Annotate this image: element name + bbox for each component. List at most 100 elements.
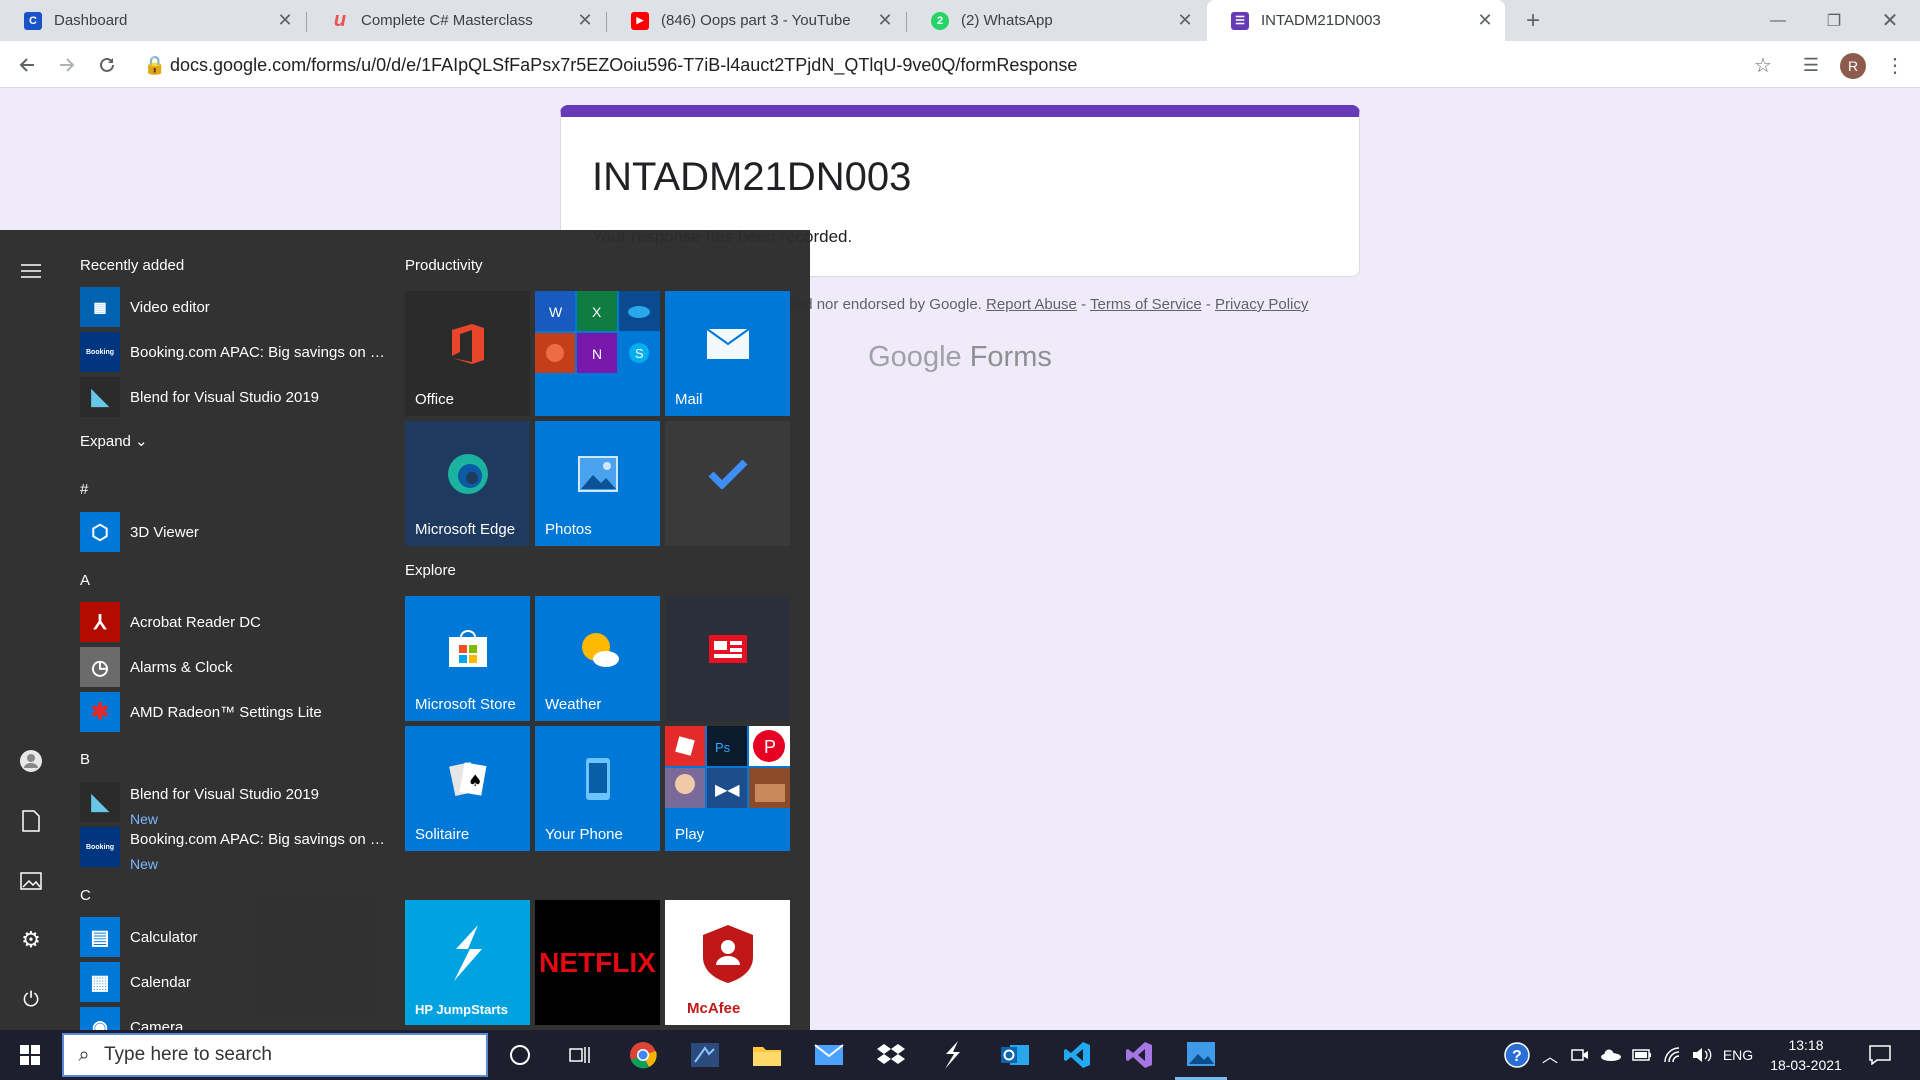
battery-tray-icon[interactable] — [1628, 1030, 1656, 1080]
taskbar-hp-jumpstarts[interactable] — [927, 1030, 979, 1080]
network-tray-icon[interactable] — [1658, 1030, 1686, 1080]
tab-youtube[interactable]: ▶ (846) Oops part 3 - YouTube ✕ — [607, 0, 905, 41]
input-language[interactable]: ENG — [1718, 1030, 1758, 1080]
meet-now-tray-icon[interactable] — [1566, 1030, 1594, 1080]
profile-avatar[interactable]: R — [1840, 53, 1866, 79]
taskbar-mail[interactable] — [803, 1030, 855, 1080]
picture-icon — [20, 872, 42, 890]
taskbar-outlook[interactable] — [989, 1030, 1041, 1080]
chrome-menu-button[interactable]: ⋮ — [1878, 48, 1912, 82]
volume-tray-icon[interactable] — [1688, 1030, 1716, 1080]
taskbar-blend[interactable] — [679, 1030, 731, 1080]
report-abuse-link[interactable]: Report Abuse — [986, 296, 1077, 313]
forward-button[interactable] — [50, 48, 84, 82]
taskbar-chrome[interactable] — [617, 1030, 669, 1080]
show-hidden-icons-button[interactable]: ︿ — [1538, 1030, 1562, 1080]
list-item-booking-b[interactable]: Booking Booking.com APAC: Big savings on… — [80, 827, 390, 872]
svg-text:N: N — [592, 346, 602, 362]
tile-mail[interactable]: Mail — [665, 291, 790, 416]
windows-start-button[interactable] — [4, 1030, 56, 1080]
close-icon[interactable]: ✕ — [1473, 10, 1497, 31]
alarms-clock-icon: ◷ — [80, 647, 120, 687]
list-item-calculator[interactable]: ▤ Calculator — [80, 917, 390, 957]
3d-viewer-icon: ⬡ — [80, 512, 120, 552]
documents-button[interactable] — [16, 806, 46, 836]
tile-office[interactable]: Office — [405, 291, 530, 416]
restore-icon: ❐ — [1826, 12, 1842, 30]
back-button[interactable] — [10, 48, 44, 82]
tile-microsoft-edge[interactable]: Microsoft Edge — [405, 421, 530, 546]
taskbar-dropbox[interactable] — [865, 1030, 917, 1080]
hamburger-menu-button[interactable] — [16, 256, 46, 286]
list-item-blend[interactable]: ◣ Blend for Visual Studio 2019 — [80, 377, 390, 417]
list-item-calendar[interactable]: ▦ Calendar — [80, 962, 390, 1002]
tile-weather[interactable]: Weather — [535, 596, 660, 721]
tile-todo[interactable] — [665, 421, 790, 546]
cortana-button[interactable] — [494, 1030, 546, 1080]
list-item-amd-radeon[interactable]: ✱ AMD Radeon™ Settings Lite — [80, 692, 390, 732]
section-letter-b[interactable]: B — [80, 751, 90, 768]
tile-microsoft-store[interactable]: Microsoft Store — [405, 596, 530, 721]
hamburger-icon — [21, 264, 41, 278]
list-item-3d-viewer[interactable]: ⬡ 3D Viewer — [80, 512, 390, 552]
tab-whatsapp[interactable]: 2 (2) WhatsApp ✕ — [907, 0, 1205, 41]
new-tab-button[interactable]: + — [1505, 0, 1561, 41]
task-view-button[interactable] — [554, 1030, 606, 1080]
tab-dashboard[interactable]: C Dashboard ✕ — [0, 0, 305, 41]
whatsapp-icon: 2 — [931, 11, 949, 30]
taskbar-photos[interactable] — [1175, 1030, 1227, 1080]
list-item-booking[interactable]: Booking Booking.com APAC: Big savings on… — [80, 332, 390, 372]
minimize-button[interactable]: — — [1750, 0, 1806, 41]
restore-button[interactable]: ❐ — [1806, 0, 1862, 41]
start-menu: ⚙ ⏻ Recently added ▦ Video editor Bookin… — [0, 230, 810, 1030]
list-item-acrobat[interactable]: ⅄ Acrobat Reader DC — [80, 602, 390, 642]
terms-link[interactable]: Terms of Service — [1090, 296, 1202, 313]
tile-hp-jumpstarts[interactable]: HP JumpStarts — [405, 900, 530, 1025]
section-letter-a[interactable]: A — [80, 572, 90, 589]
onedrive-tray-icon[interactable] — [1596, 1030, 1626, 1080]
group-productivity-header[interactable]: Productivity — [405, 257, 483, 274]
taskbar-vscode[interactable] — [1051, 1030, 1103, 1080]
action-center-button[interactable] — [1856, 1030, 1904, 1080]
tile-solitaire[interactable]: ♠ Solitaire — [405, 726, 530, 851]
list-item-alarms-clock[interactable]: ◷ Alarms & Clock — [80, 647, 390, 687]
taskbar-visual-studio[interactable] — [1113, 1030, 1165, 1080]
user-account-button[interactable] — [16, 746, 46, 776]
tile-office-apps-folder[interactable]: W X N S — [535, 291, 660, 416]
tile-photos[interactable]: Photos — [535, 421, 660, 546]
settings-button[interactable]: ⚙ — [16, 925, 46, 955]
privacy-link[interactable]: Privacy Policy — [1215, 296, 1308, 313]
form-title: INTADM21DN003 — [592, 155, 912, 199]
expand-button[interactable]: Expand ⌄ — [80, 432, 148, 450]
taskbar-search-box[interactable]: ⌕ Type here to search — [62, 1033, 488, 1077]
close-icon[interactable]: ✕ — [873, 10, 897, 31]
tile-your-phone[interactable]: Your Phone — [535, 726, 660, 851]
bookmark-star-button[interactable]: ☆ — [1746, 48, 1780, 82]
section-letter-c[interactable]: C — [80, 887, 91, 904]
clock[interactable]: 13:18 18-03-2021 — [1764, 1030, 1848, 1080]
close-window-button[interactable]: ✕ — [1862, 0, 1918, 41]
taskbar-file-explorer[interactable] — [741, 1030, 793, 1080]
list-item-blend-b[interactable]: ◣ Blend for Visual Studio 2019 New — [80, 782, 390, 827]
tile-news[interactable] — [665, 596, 790, 721]
pictures-button[interactable] — [16, 866, 46, 896]
close-icon[interactable]: ✕ — [273, 10, 297, 31]
close-icon[interactable]: ✕ — [1173, 10, 1197, 31]
address-bar[interactable]: 🔒 docs.google.com/forms/u/0/d/e/1FAIpQLS… — [140, 47, 1780, 83]
tab-csharp-masterclass[interactable]: u Complete C# Masterclass ✕ — [307, 0, 605, 41]
tile-play-folder[interactable]: Ps P ▶◀ Play — [665, 726, 790, 851]
close-icon[interactable]: ✕ — [573, 10, 597, 31]
list-item-video-editor[interactable]: ▦ Video editor — [80, 287, 390, 327]
tile-mcafee[interactable]: McAfee — [665, 900, 790, 1025]
reload-button[interactable] — [90, 48, 124, 82]
list-item-camera[interactable]: ◉ Camera — [80, 1007, 390, 1030]
tile-netflix[interactable]: NETFLIX — [535, 900, 660, 1025]
group-explore-header[interactable]: Explore — [405, 562, 456, 579]
power-button[interactable]: ⏻ — [16, 985, 46, 1015]
chevron-up-icon: ︿ — [1541, 1049, 1558, 1066]
media-control-button[interactable]: ☰ — [1794, 48, 1828, 82]
section-letter-hash[interactable]: # — [80, 481, 88, 498]
help-tray-button[interactable]: ? — [1500, 1030, 1534, 1080]
tab-intadm21dn003[interactable]: ☰ INTADM21DN003 ✕ — [1207, 0, 1505, 41]
browser-tab-strip: C Dashboard ✕ u Complete C# Masterclass … — [0, 0, 1920, 41]
